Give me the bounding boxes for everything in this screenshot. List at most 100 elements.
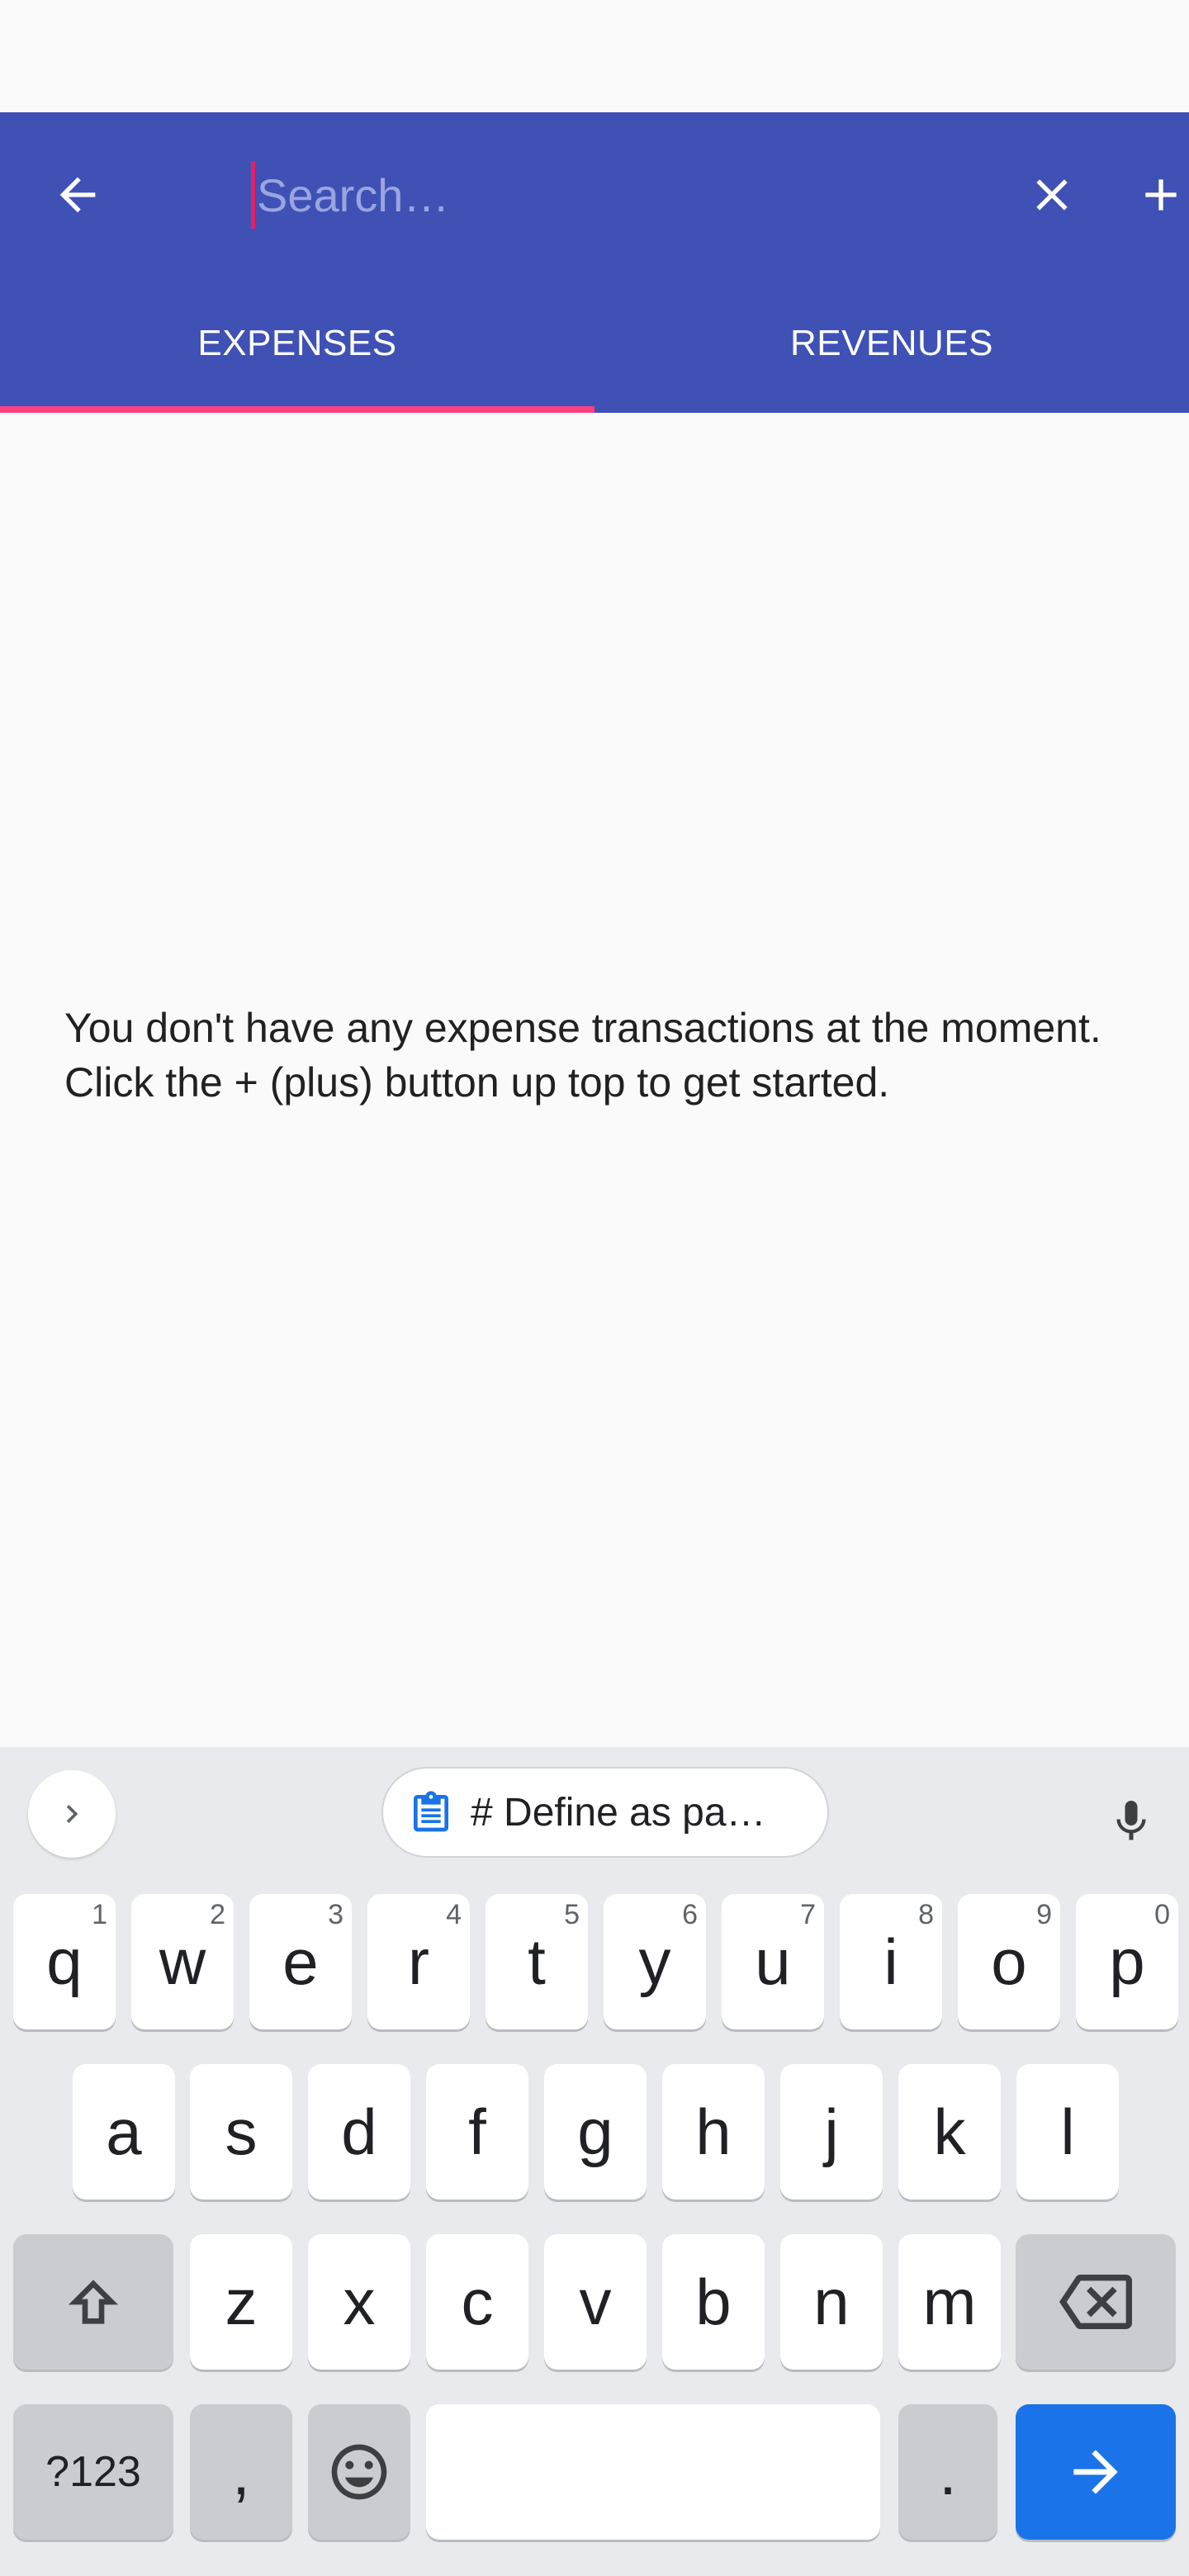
key-m[interactable]: m <box>898 2234 1001 2370</box>
key-c[interactable]: c <box>426 2234 528 2370</box>
key-v-label: v <box>579 2265 612 2338</box>
clipboard-suggestion-chip[interactable]: # Define as pa… <box>381 1767 829 1858</box>
period-key-label: . <box>939 2435 957 2508</box>
key-w-label: w <box>159 1925 206 1998</box>
key-m-label: m <box>922 2265 977 2338</box>
key-n-label: n <box>813 2265 850 2338</box>
key-x[interactable]: x <box>308 2234 410 2370</box>
key-d[interactable]: d <box>308 2064 410 2200</box>
key-p[interactable]: p0 <box>1076 1894 1178 2029</box>
keyboard-suggestion-row: # Define as pa… <box>0 1747 1189 1876</box>
enter-key[interactable] <box>1016 2404 1176 2540</box>
key-q-hint: 1 <box>92 1899 107 1930</box>
key-h-label: h <box>695 2095 732 2168</box>
status-bar <box>0 0 1189 112</box>
clipboard-icon <box>408 1789 454 1835</box>
key-u-hint: 7 <box>800 1899 816 1930</box>
key-o[interactable]: o9 <box>958 1894 1060 2029</box>
key-o-label: o <box>991 1925 1027 1998</box>
key-a-label: a <box>106 2095 142 2168</box>
arrow-back-icon <box>59 177 96 213</box>
key-u-label: u <box>755 1925 791 1998</box>
key-e-hint: 3 <box>328 1899 343 1930</box>
key-b[interactable]: b <box>662 2234 765 2370</box>
key-g[interactable]: g <box>544 2064 647 2200</box>
key-w[interactable]: w2 <box>131 1894 234 2029</box>
search-field-wrapper <box>251 155 994 234</box>
key-z[interactable]: z <box>190 2234 292 2370</box>
expand-toolbar-button[interactable] <box>28 1770 116 1858</box>
plus-icon <box>1145 179 1177 211</box>
symbols-key-label: ?123 <box>45 2448 141 2496</box>
key-t[interactable]: t5 <box>486 1894 588 2029</box>
backspace-icon <box>1059 2275 1132 2329</box>
add-transaction-button[interactable] <box>1120 154 1189 236</box>
key-r[interactable]: r4 <box>367 1894 470 2029</box>
key-t-hint: 5 <box>564 1899 580 1930</box>
key-k-label: k <box>933 2095 966 2168</box>
arrow-forward-icon <box>1073 2450 1118 2494</box>
key-s-label: s <box>225 2095 258 2168</box>
comma-key-label: , <box>232 2435 250 2508</box>
key-n[interactable]: n <box>780 2234 883 2370</box>
space-key[interactable] <box>426 2404 880 2540</box>
clipboard-suggestion-text: # Define as pa… <box>471 1790 766 1835</box>
key-c-label: c <box>461 2265 494 2338</box>
key-i-hint: 8 <box>918 1899 934 1930</box>
key-r-label: r <box>408 1925 429 1998</box>
key-i[interactable]: i8 <box>840 1894 942 2029</box>
key-u[interactable]: u7 <box>722 1894 824 2029</box>
key-e-label: e <box>282 1925 319 1998</box>
back-button[interactable] <box>36 154 119 236</box>
backspace-key[interactable] <box>1016 2234 1176 2370</box>
key-y-label: y <box>638 1925 671 1998</box>
tab-revenues-label: REVENUES <box>789 323 994 363</box>
emoji-key[interactable] <box>308 2404 410 2540</box>
key-l[interactable]: l <box>1016 2064 1119 2200</box>
shift-key[interactable] <box>13 2234 173 2370</box>
search-toolbar <box>0 112 1189 274</box>
key-f-label: f <box>468 2095 486 2168</box>
key-d-label: d <box>341 2095 377 2168</box>
key-s[interactable]: s <box>190 2064 292 2200</box>
tab-expenses-label: EXPENSES <box>197 323 397 363</box>
clear-search-button[interactable] <box>1011 154 1093 236</box>
key-z-label: z <box>225 2265 258 2338</box>
on-screen-keyboard: # Define as pa… q1 w2 e3 r4 t5 y6 u7 i8 … <box>0 1747 1189 2576</box>
key-f[interactable]: f <box>426 2064 528 2200</box>
key-j[interactable]: j <box>780 2064 883 2200</box>
key-j-label: j <box>824 2095 839 2168</box>
tab-bar: EXPENSES REVENUES <box>0 274 1189 413</box>
key-y-hint: 6 <box>682 1899 698 1930</box>
key-q[interactable]: q1 <box>13 1894 116 2029</box>
key-p-label: p <box>1109 1925 1145 1998</box>
key-k[interactable]: k <box>898 2064 1001 2200</box>
period-key[interactable]: . <box>898 2404 997 2540</box>
key-b-label: b <box>695 2265 732 2338</box>
key-a[interactable]: a <box>73 2064 175 2200</box>
key-w-hint: 2 <box>210 1899 225 1930</box>
shift-icon <box>69 2280 118 2324</box>
key-t-label: t <box>528 1925 546 1998</box>
key-h[interactable]: h <box>662 2064 765 2200</box>
search-input[interactable] <box>257 168 983 222</box>
key-v[interactable]: v <box>544 2234 647 2370</box>
key-o-hint: 9 <box>1036 1899 1052 1930</box>
tab-indicator <box>0 406 594 413</box>
key-g-label: g <box>577 2095 613 2168</box>
key-x-label: x <box>343 2265 376 2338</box>
key-p-hint: 0 <box>1154 1899 1170 1930</box>
key-y[interactable]: y6 <box>604 1894 706 2029</box>
close-icon <box>1036 179 1068 211</box>
key-r-hint: 4 <box>446 1899 462 1930</box>
key-e[interactable]: e3 <box>249 1894 352 2029</box>
voice-input-button[interactable] <box>1090 1780 1172 1863</box>
comma-key[interactable]: , <box>190 2404 292 2540</box>
tab-revenues[interactable]: REVENUES <box>594 274 1189 413</box>
chevron-right-icon <box>66 1805 78 1823</box>
symbols-key[interactable]: ?123 <box>13 2404 173 2540</box>
empty-state-message: You don't have any expense transactions … <box>64 1005 1101 1106</box>
tab-expenses[interactable]: EXPENSES <box>0 274 594 413</box>
key-i-label: i <box>883 1925 898 1998</box>
microphone-icon <box>1116 1801 1146 1840</box>
